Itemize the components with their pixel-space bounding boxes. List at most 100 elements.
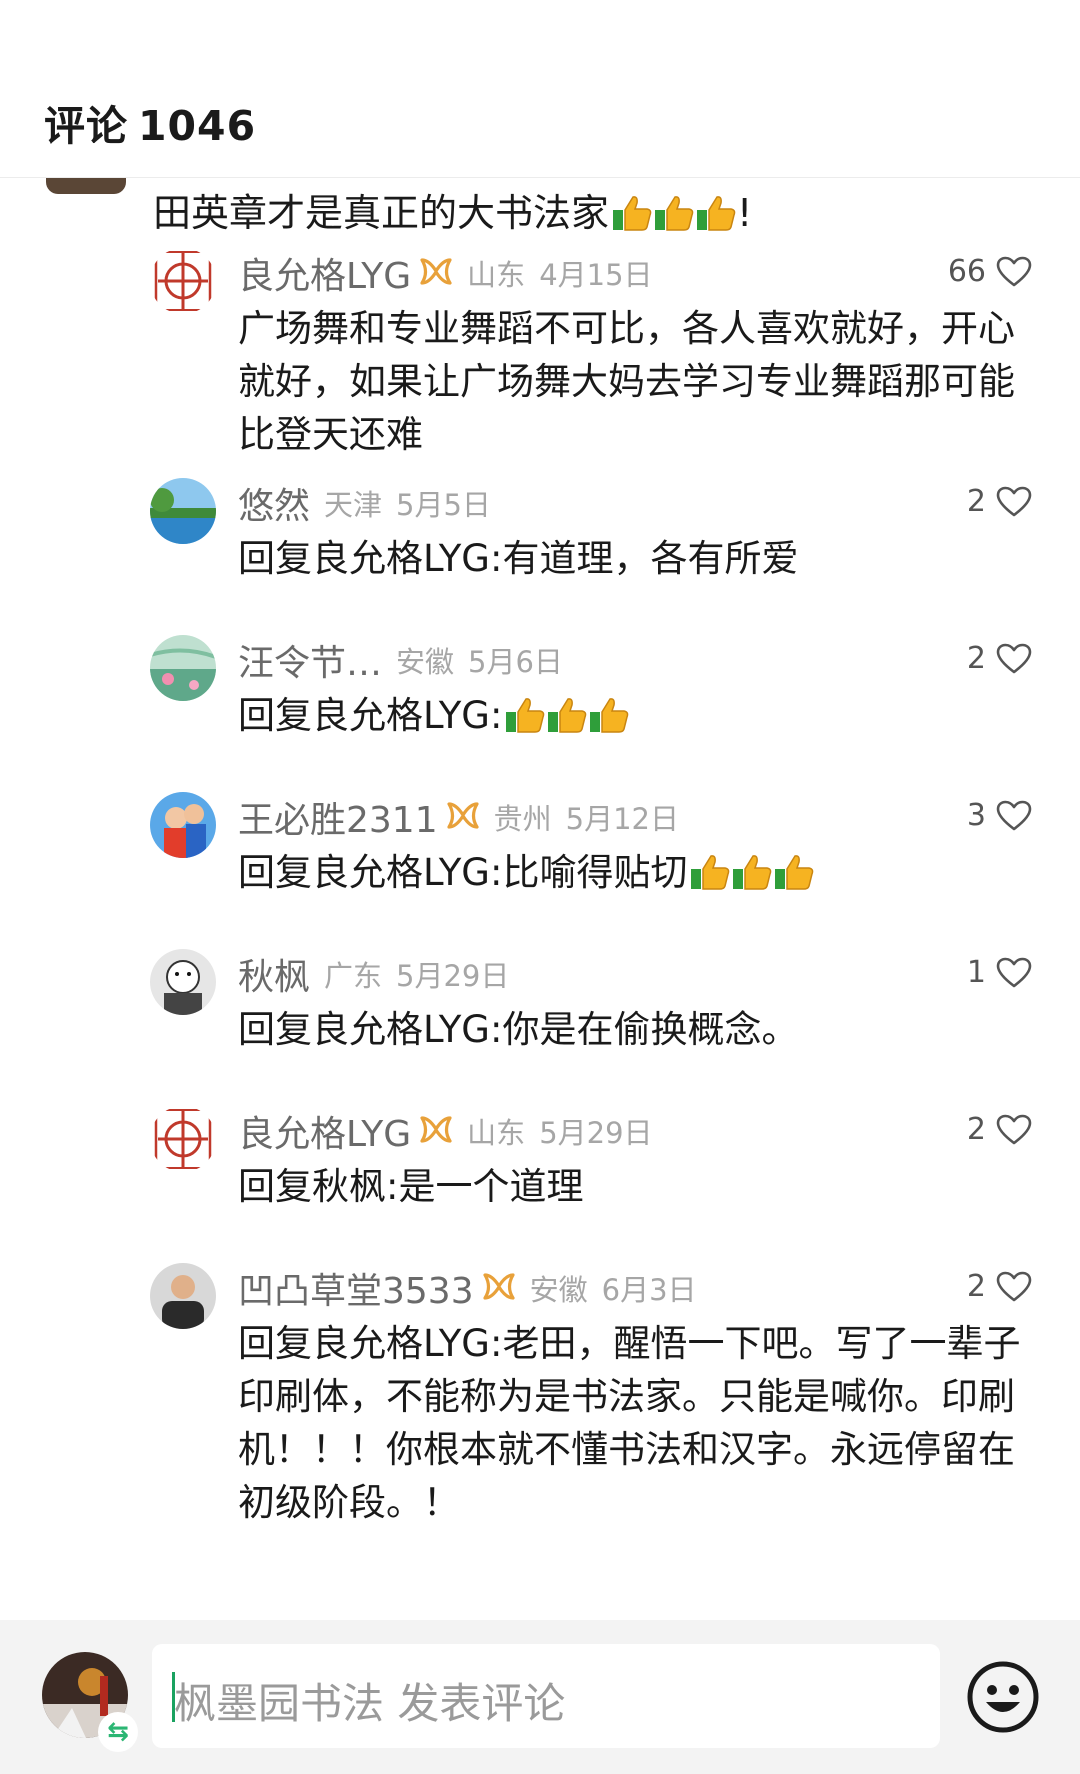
reply-meta: 良允格LYG 山东 5月29日: [238, 1105, 653, 1157]
like-count: 2: [966, 484, 986, 519]
username[interactable]: 王必胜2311: [238, 791, 438, 843]
reply-text[interactable]: 回复良允格LYG:: [238, 689, 1038, 748]
comment-composer-bar: ⇆ 枫墨园书法 发表评论: [0, 1620, 1080, 1774]
date: 5月5日: [396, 488, 491, 522]
heart-icon: [996, 486, 1032, 518]
location: 山东: [467, 258, 526, 292]
reply-meta: 汪令节… 安徽 5月6日: [238, 634, 563, 686]
date: 5月12日: [565, 802, 679, 836]
reply-meta: 凹凸草堂3533 安徽 6月3日: [238, 1262, 697, 1314]
location: 山东: [467, 1116, 526, 1150]
like-button[interactable]: 3: [967, 798, 1032, 833]
username[interactable]: 良允格LYG: [238, 247, 411, 299]
like-count: 2: [966, 1112, 986, 1147]
title-label: 评论: [44, 102, 128, 150]
reply-body: 有道理，各有所爱: [502, 537, 799, 580]
reply-text[interactable]: 回复秋枫:是一个道理: [238, 1160, 1038, 1213]
like-count: 2: [966, 1269, 986, 1304]
reply-target[interactable]: 良允格LYG:: [312, 1322, 502, 1365]
location: 安徽: [396, 645, 455, 679]
like-button[interactable]: 1: [967, 955, 1032, 990]
parent-comment-suffix: !: [737, 191, 753, 235]
reply-text[interactable]: 回复良允格LYG:比喻得贴切: [238, 846, 1038, 905]
comment-count: 1046: [138, 102, 257, 150]
reply-prefix: 回复: [238, 1322, 312, 1365]
reply-prefix: 回复: [238, 694, 312, 737]
reply-prefix: 回复: [238, 537, 312, 580]
reply-target[interactable]: 良允格LYG:: [312, 694, 502, 737]
username[interactable]: 汪令节…: [238, 634, 382, 686]
date: 5月29日: [396, 959, 510, 993]
reply-target[interactable]: 秋枫:: [312, 1165, 398, 1208]
thumbs-up-emoji-group: [611, 194, 737, 241]
username[interactable]: 良允格LYG: [238, 1105, 411, 1157]
thumbs-up-emoji-group: [504, 695, 630, 748]
location: 安徽: [529, 1273, 588, 1307]
account-switch-icon[interactable]: ⇆: [98, 1712, 138, 1752]
date: 6月3日: [601, 1273, 697, 1307]
reply-body: 广场舞和专业舞蹈不可比，各人喜欢就好，开心就好，如果让广场舞大妈去学习专业舞蹈那…: [238, 307, 1015, 456]
reply-target[interactable]: 良允格LYG:: [312, 851, 502, 894]
username[interactable]: 悠然: [238, 477, 310, 529]
reply-text[interactable]: 广场舞和专业舞蹈不可比，各人喜欢就好，开心就好，如果让广场舞大妈去学习专业舞蹈那…: [238, 302, 1038, 461]
like-count: 1: [966, 955, 986, 990]
verified-badge-icon: [482, 1271, 516, 1305]
heart-icon: [996, 1114, 1032, 1146]
username[interactable]: 秋枫: [238, 948, 310, 1000]
emoji-icon[interactable]: [966, 1660, 1040, 1734]
like-count: 3: [966, 798, 986, 833]
verified-badge-icon: [446, 800, 480, 834]
reply-body: 是一个道理: [398, 1165, 584, 1208]
like-button[interactable]: 2: [967, 1112, 1032, 1147]
heart-icon: [996, 957, 1032, 989]
date: 5月6日: [468, 645, 563, 679]
thumbs-up-emoji-group: [689, 852, 815, 905]
location: 贵州: [493, 802, 552, 836]
avatar[interactable]: [150, 1106, 216, 1172]
reply-meta: 王必胜2311 贵州 5月12日: [238, 791, 679, 843]
like-button[interactable]: 2: [967, 484, 1032, 519]
username[interactable]: 凹凸草堂3533: [238, 1262, 474, 1314]
date: 4月15日: [539, 258, 653, 292]
parent-comment-text[interactable]: 田英章才是真正的大书法家!: [153, 182, 752, 241]
reply-body: 你是在偷换概念。: [502, 1008, 799, 1051]
reply-text[interactable]: 回复良允格LYG:你是在偷换概念。: [238, 1003, 1038, 1056]
avatar[interactable]: [150, 478, 216, 544]
reply-target[interactable]: 良允格LYG:: [312, 1008, 502, 1051]
reply-meta: 秋枫 广东 5月29日: [238, 948, 510, 1000]
avatar[interactable]: [150, 635, 216, 701]
reply-meta: 良允格LYG 山东 4月15日: [238, 247, 653, 299]
heart-icon: [996, 256, 1032, 288]
parent-avatar[interactable]: [46, 178, 126, 194]
avatar[interactable]: [150, 1263, 216, 1329]
location: 天津: [324, 488, 383, 522]
avatar[interactable]: [150, 248, 216, 314]
avatar[interactable]: [150, 949, 216, 1015]
verified-badge-icon: [419, 1114, 453, 1148]
reply-meta: 悠然 天津 5月5日: [238, 477, 491, 529]
verified-badge-icon: [419, 256, 453, 290]
reply-body: 比喻得贴切: [502, 851, 688, 894]
reply-target[interactable]: 良允格LYG:: [312, 537, 502, 580]
reply-text[interactable]: 回复良允格LYG:老田，醒悟一下吧。写了一辈子印刷体，不能称为是书法家。只能是喊…: [238, 1317, 1038, 1529]
like-button[interactable]: 2: [967, 641, 1032, 676]
like-count: 2: [966, 641, 986, 676]
avatar[interactable]: [150, 792, 216, 858]
heart-icon: [996, 643, 1032, 675]
heart-icon: [996, 1271, 1032, 1303]
like-button[interactable]: 66: [948, 254, 1032, 289]
reply-prefix: 回复: [238, 1165, 312, 1208]
date: 5月29日: [539, 1116, 653, 1150]
page-title: 评论 1046: [44, 92, 256, 152]
reply-prefix: 回复: [238, 1008, 312, 1051]
comment-input[interactable]: 枫墨园书法 发表评论: [152, 1644, 940, 1748]
comment-list[interactable]: 田英章才是真正的大书法家! 良允格LYG 山东 4月15日 66 广场舞和专业舞…: [0, 178, 1080, 1620]
reply-prefix: 回复: [238, 851, 312, 894]
like-button[interactable]: 2: [967, 1269, 1032, 1304]
comments-header: 评论 1046: [0, 0, 1080, 178]
parent-comment-body: 田英章才是真正的大书法家: [153, 191, 610, 235]
location: 广东: [324, 959, 383, 993]
comment-input-placeholder: 枫墨园书法 发表评论: [174, 1679, 566, 1728]
reply-text[interactable]: 回复良允格LYG:有道理，各有所爱: [238, 532, 1038, 585]
like-count: 66: [947, 254, 986, 289]
